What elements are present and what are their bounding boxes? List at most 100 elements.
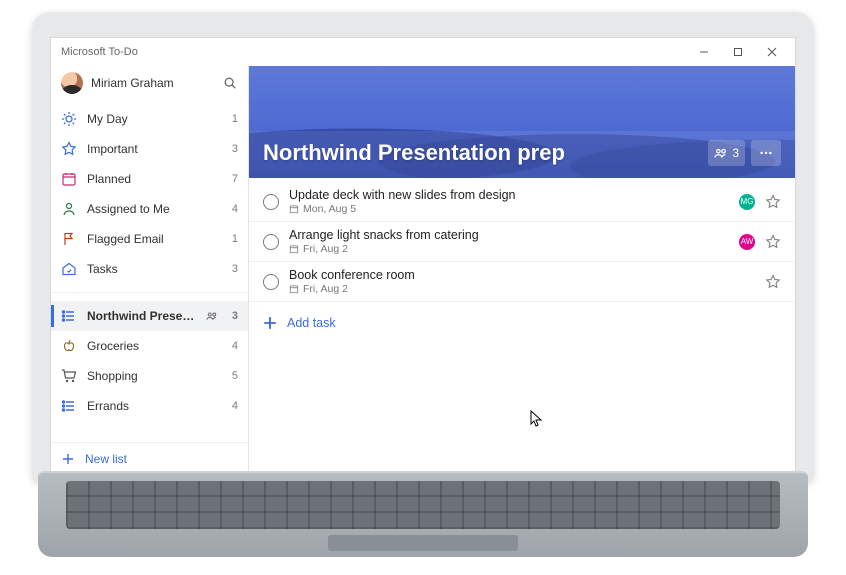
laptop-keyboard — [38, 471, 808, 557]
sidebar-item-label: My Day — [87, 112, 218, 126]
task-title: Update deck with new slides from design — [289, 188, 729, 202]
more-options-button[interactable] — [751, 140, 781, 166]
complete-toggle[interactable] — [263, 234, 279, 250]
task-row[interactable]: Arrange light snacks from catering Fri, … — [249, 222, 795, 262]
calendar-icon — [289, 204, 299, 214]
laptop-body: Microsoft To-Do Miriam Graham — [32, 12, 814, 482]
task-meta: Fri, Aug 2 — [289, 243, 729, 255]
star-toggle[interactable] — [765, 234, 781, 250]
task-row[interactable]: Update deck with new slides from design … — [249, 182, 795, 222]
sun-icon — [61, 111, 77, 127]
plus-icon — [61, 452, 75, 466]
produce-icon — [61, 338, 77, 354]
assignee-badge[interactable]: MG — [739, 194, 755, 210]
star-toggle[interactable] — [765, 274, 781, 290]
smart-lists: My Day 1 Important 3 — [51, 100, 248, 288]
add-task-label: Add task — [287, 316, 336, 330]
sidebar-item-label: Shopping — [87, 369, 218, 383]
task-title: Arrange light snacks from catering — [289, 228, 729, 242]
sidebar-item-flagged[interactable]: Flagged Email 1 — [51, 224, 248, 254]
sidebar-item-important[interactable]: Important 3 — [51, 134, 248, 164]
sidebar-item-planned[interactable]: Planned 7 — [51, 164, 248, 194]
window-minimize-button[interactable] — [687, 38, 721, 66]
sidebar-item-count: 3 — [228, 263, 238, 275]
sidebar: Miriam Graham My Day 1 — [51, 66, 249, 474]
app-window: Microsoft To-Do Miriam Graham — [50, 37, 796, 475]
complete-toggle[interactable] — [263, 194, 279, 210]
people-icon — [714, 146, 728, 160]
sidebar-item-count: 3 — [228, 310, 238, 322]
list-title[interactable]: Northwind Presentation prep — [263, 140, 708, 166]
sidebar-divider — [51, 292, 248, 293]
list-icon — [61, 398, 77, 414]
sidebar-item-label: Planned — [87, 172, 218, 186]
ellipsis-icon — [759, 146, 773, 160]
account-row[interactable]: Miriam Graham — [51, 66, 248, 100]
list-icon — [61, 308, 77, 324]
sidebar-list-groceries[interactable]: Groceries 4 — [51, 331, 248, 361]
flag-icon — [61, 231, 77, 247]
list-banner: Northwind Presentation prep 3 — [249, 66, 795, 178]
avatar — [61, 72, 83, 94]
calendar-icon — [289, 244, 299, 254]
home-icon — [61, 261, 77, 277]
share-count: 3 — [732, 146, 739, 160]
sidebar-item-label: Errands — [87, 399, 218, 413]
search-icon[interactable] — [222, 75, 238, 91]
person-icon — [61, 201, 77, 217]
sidebar-item-my-day[interactable]: My Day 1 — [51, 104, 248, 134]
window-titlebar: Microsoft To-Do — [51, 38, 795, 66]
sidebar-item-count: 5 — [228, 370, 238, 382]
assignee-badge[interactable]: AW — [739, 234, 755, 250]
sidebar-item-label: Important — [87, 142, 218, 156]
sidebar-list-northwind[interactable]: Northwind Presentation… 3 — [51, 301, 248, 331]
sidebar-item-tasks[interactable]: Tasks 3 — [51, 254, 248, 284]
task-due: Fri, Aug 2 — [303, 283, 348, 295]
sidebar-list-errands[interactable]: Errands 4 — [51, 391, 248, 421]
cart-icon — [61, 368, 77, 384]
task-body: Book conference room Fri, Aug 2 — [289, 268, 755, 295]
new-list-button[interactable]: New list — [51, 442, 248, 474]
sidebar-item-assigned[interactable]: Assigned to Me 4 — [51, 194, 248, 224]
sidebar-item-count: 4 — [228, 203, 238, 215]
task-body: Update deck with new slides from design … — [289, 188, 729, 215]
people-icon — [206, 310, 218, 322]
task-body: Arrange light snacks from catering Fri, … — [289, 228, 729, 255]
window-title: Microsoft To-Do — [61, 46, 687, 58]
plus-icon — [263, 316, 277, 330]
star-toggle[interactable] — [765, 194, 781, 210]
star-icon — [61, 141, 77, 157]
sidebar-item-label: Assigned to Me — [87, 202, 218, 216]
sidebar-item-count: 4 — [228, 400, 238, 412]
sidebar-item-count: 1 — [228, 233, 238, 245]
window-close-button[interactable] — [755, 38, 789, 66]
task-due: Mon, Aug 5 — [303, 203, 356, 215]
calendar-icon — [61, 171, 77, 187]
task-title: Book conference room — [289, 268, 755, 282]
laptop-frame: Microsoft To-Do Miriam Graham — [0, 0, 846, 575]
app-body: Miriam Graham My Day 1 — [51, 66, 795, 474]
share-button[interactable]: 3 — [708, 140, 745, 166]
sidebar-item-count: 3 — [228, 143, 238, 155]
window-maximize-button[interactable] — [721, 38, 755, 66]
sidebar-item-count: 1 — [228, 113, 238, 125]
sidebar-item-label: Northwind Presentation… — [87, 309, 196, 323]
task-meta: Fri, Aug 2 — [289, 283, 755, 295]
sidebar-item-label: Flagged Email — [87, 232, 218, 246]
custom-lists: Northwind Presentation… 3 Groceries 4 — [51, 297, 248, 425]
sidebar-item-count: 4 — [228, 340, 238, 352]
sidebar-list-shopping[interactable]: Shopping 5 — [51, 361, 248, 391]
sidebar-item-label: Tasks — [87, 262, 218, 276]
task-list: Update deck with new slides from design … — [249, 178, 795, 306]
add-task-button[interactable]: Add task — [249, 306, 795, 340]
task-due: Fri, Aug 2 — [303, 243, 348, 255]
calendar-icon — [289, 284, 299, 294]
task-row[interactable]: Book conference room Fri, Aug 2 — [249, 262, 795, 302]
complete-toggle[interactable] — [263, 274, 279, 290]
task-meta: Mon, Aug 5 — [289, 203, 729, 215]
user-name: Miriam Graham — [91, 76, 214, 90]
new-list-label: New list — [85, 452, 127, 466]
banner-actions: 3 — [708, 140, 781, 166]
sidebar-item-label: Groceries — [87, 339, 218, 353]
main-pane: Northwind Presentation prep 3 — [249, 66, 795, 474]
